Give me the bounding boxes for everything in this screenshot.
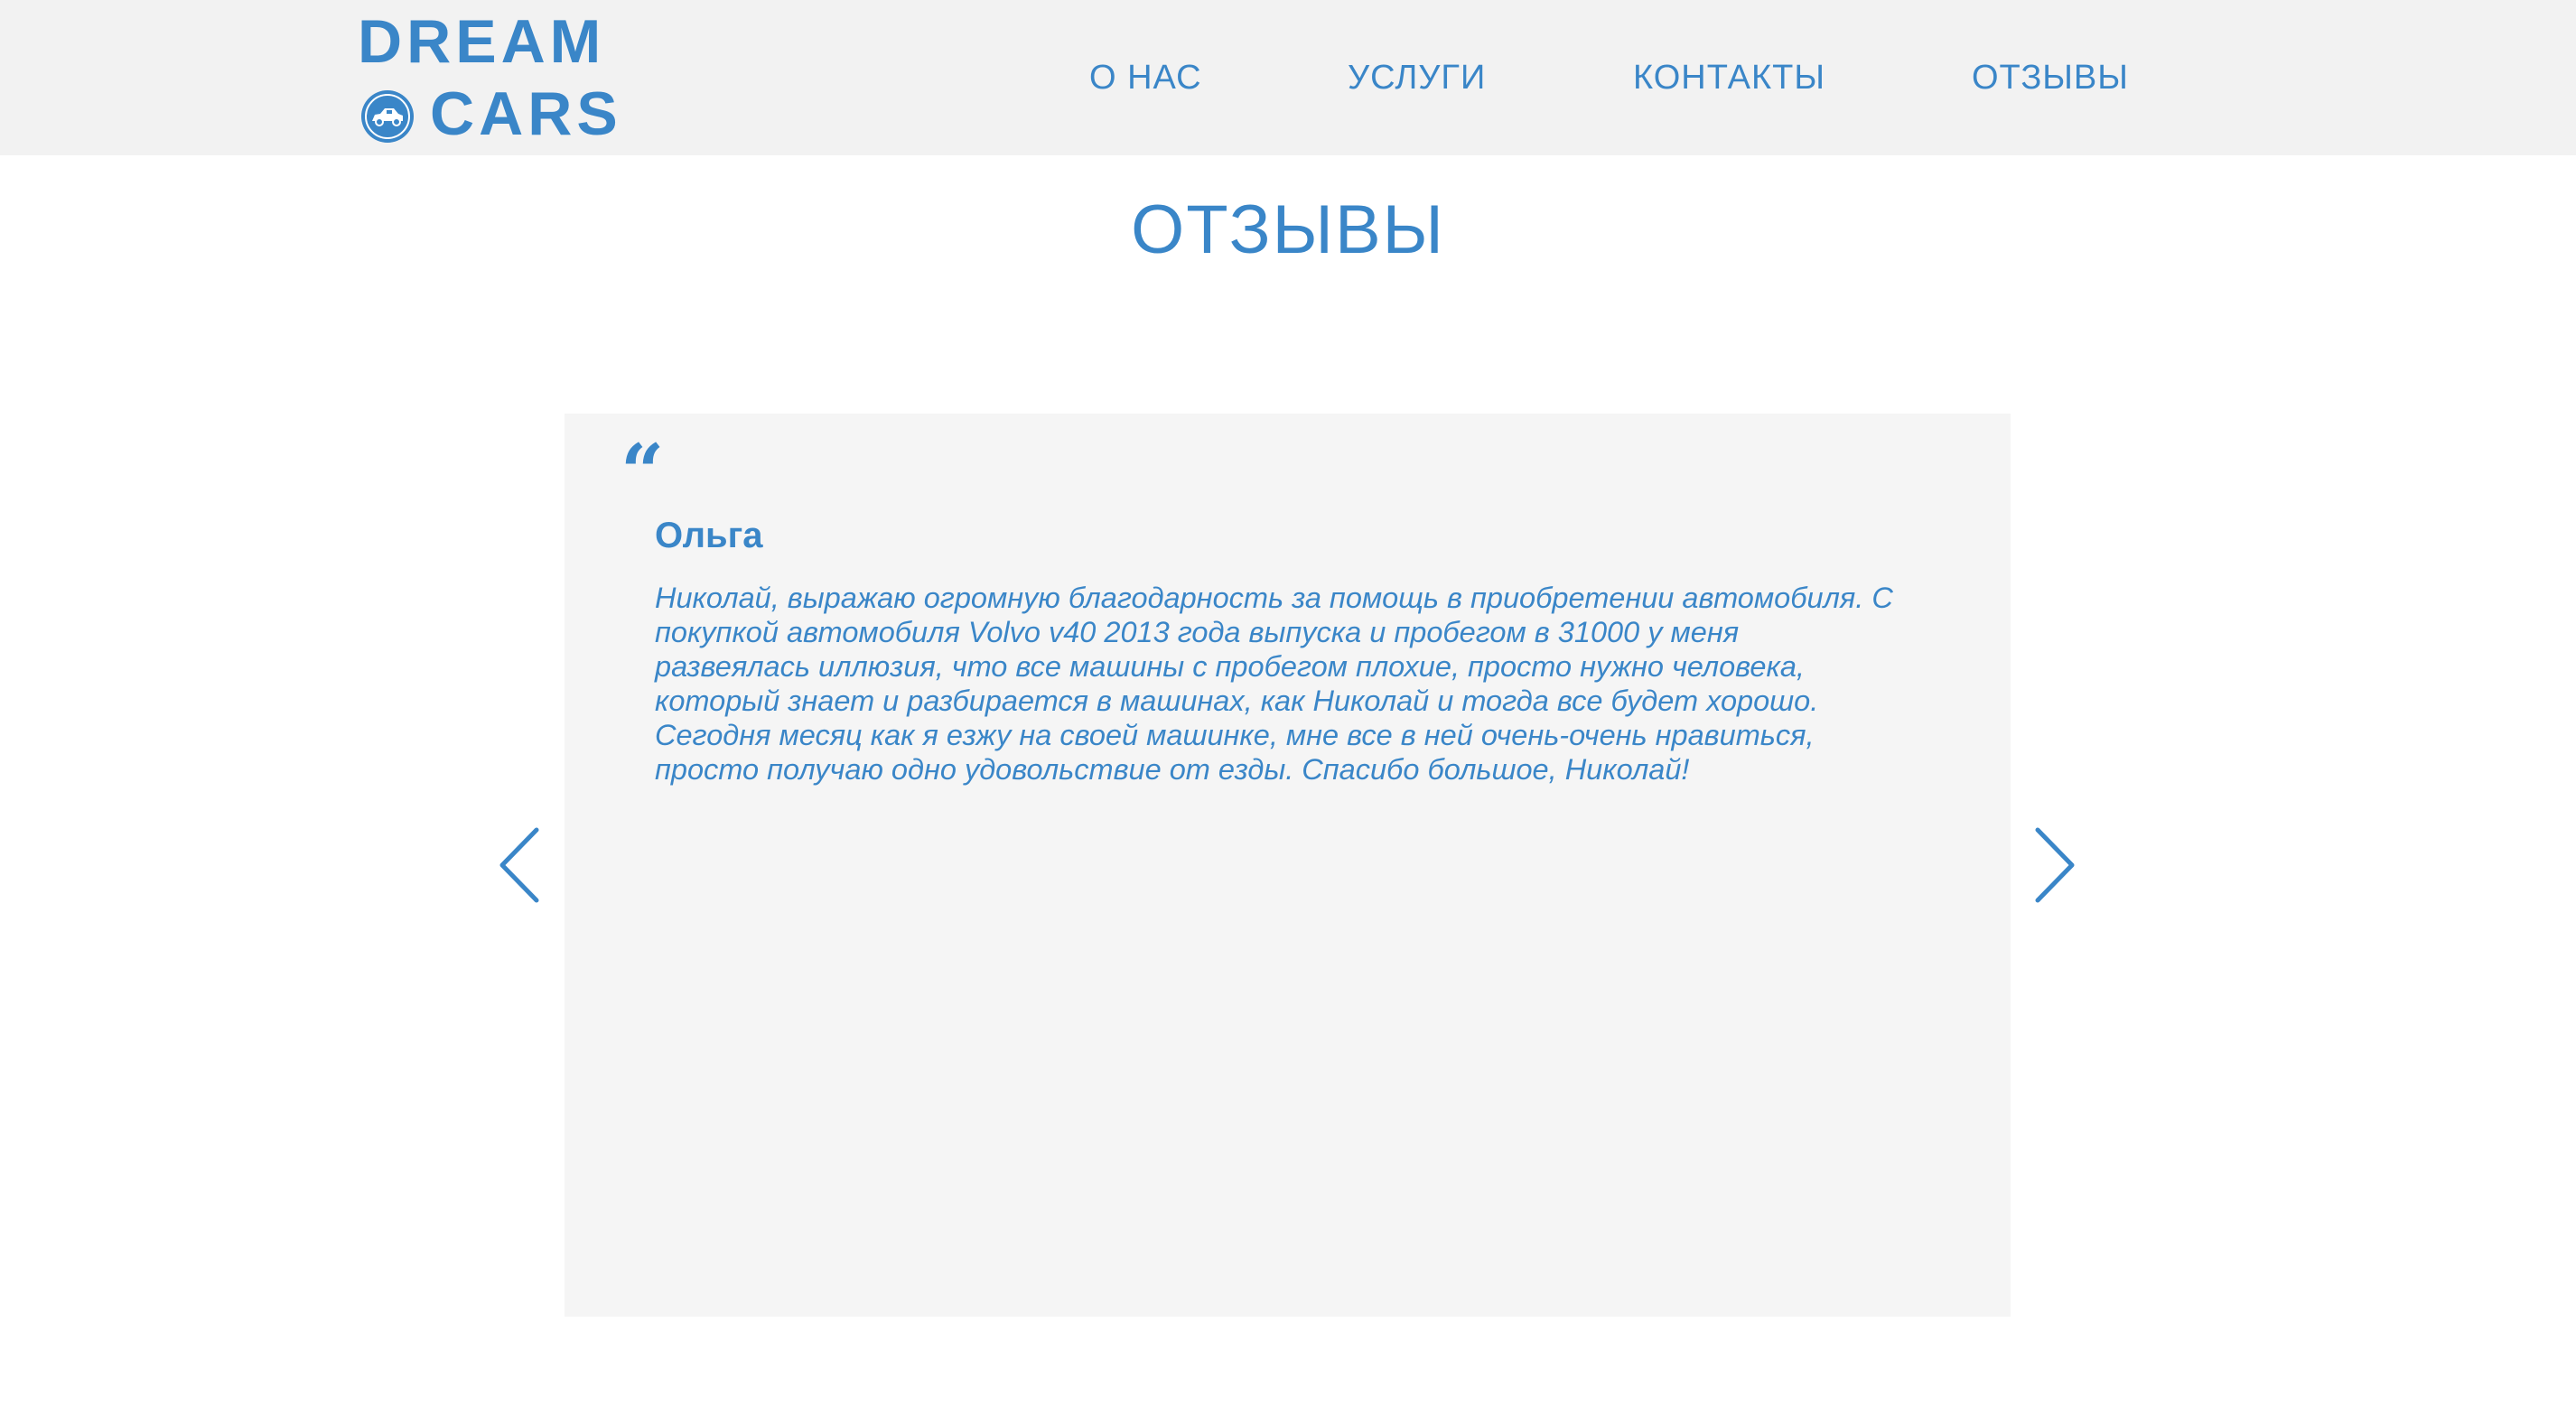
nav-item-contacts[interactable]: КОНТАКТЫ <box>1633 51 1825 105</box>
logo-text-cars: CARS <box>430 79 622 148</box>
review-text: Николай, выражаю огромную благодарность … <box>655 582 1893 786</box>
logo-text-dream: DREAM <box>358 7 606 76</box>
slider-prev-button[interactable] <box>497 826 542 904</box>
site-header: DREAM CARS О НАС УСЛУГИ КОНТАКТЫ ОТЗЫВЫ <box>0 0 2576 155</box>
nav-item-reviews[interactable]: ОТЗЫВЫ <box>1972 51 2129 105</box>
page-title: ОТЗЫВЫ <box>1131 191 1445 268</box>
quote-icon: “ <box>621 427 665 517</box>
nav-item-about[interactable]: О НАС <box>1089 51 1202 105</box>
chevron-right-icon <box>2035 827 2075 903</box>
nav-item-services[interactable]: УСЛУГИ <box>1348 51 1486 105</box>
slider-next-button[interactable] <box>2032 826 2077 904</box>
logo[interactable]: DREAM CARS <box>358 5 638 150</box>
chevron-left-icon <box>499 827 539 903</box>
reviewer-name: Ольга <box>655 516 763 555</box>
car-badge-icon <box>359 88 415 144</box>
review-card: “ Ольга Николай, выражаю огромную благод… <box>565 414 2011 1317</box>
